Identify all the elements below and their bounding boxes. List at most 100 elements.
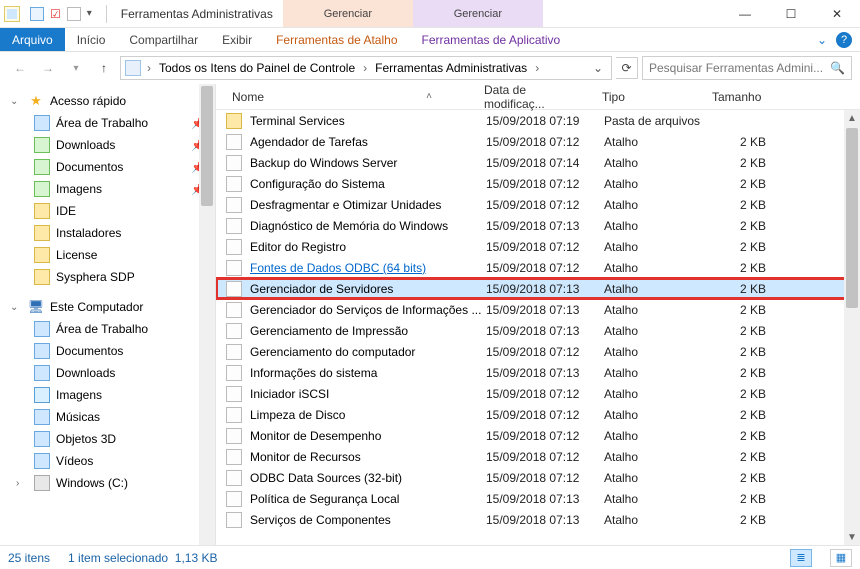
tree-item[interactable]: License <box>0 244 215 266</box>
folder-icon <box>34 453 50 469</box>
tree-item[interactable]: ›Windows (C:) <box>0 472 215 494</box>
chevron-right-icon[interactable]: › <box>533 61 541 75</box>
chevron-right-icon[interactable]: › <box>145 61 153 75</box>
list-item[interactable]: Gerenciamento de Impressão15/09/2018 07:… <box>216 320 860 341</box>
list-item[interactable]: Gerenciador do Serviços de Informações .… <box>216 299 860 320</box>
folder-icon <box>34 321 50 337</box>
list-item[interactable]: Desfragmentar e Otimizar Unidades15/09/2… <box>216 194 860 215</box>
minimize-button[interactable]: — <box>722 0 768 27</box>
tree-item[interactable]: Instaladores <box>0 222 215 244</box>
scroll-up-icon[interactable]: ▲ <box>844 110 860 126</box>
column-size[interactable]: Tamanho <box>706 90 776 104</box>
ribbon-expand-icon[interactable]: ⌄ <box>808 28 836 51</box>
item-date: 15/09/2018 07:12 <box>486 198 604 212</box>
qat-dropdown-icon[interactable]: ▾ <box>87 8 92 19</box>
shortcut-icon <box>226 407 242 423</box>
address-dropdown-icon[interactable]: ⌄ <box>589 61 607 75</box>
tab-file[interactable]: Arquivo <box>0 28 65 51</box>
item-date: 15/09/2018 07:12 <box>486 408 604 422</box>
tree-item[interactable]: IDE <box>0 200 215 222</box>
tab-shortcut-tools[interactable]: Ferramentas de Atalho <box>264 28 409 51</box>
tree-item[interactable]: Downloads📌 <box>0 134 215 156</box>
tab-share[interactable]: Compartilhar <box>117 28 210 51</box>
list-item[interactable]: Backup do Windows Server15/09/2018 07:14… <box>216 152 860 173</box>
tree-item[interactable]: Área de Trabalho <box>0 318 215 340</box>
nav-back-button[interactable]: ← <box>8 56 32 80</box>
item-size: 2 KB <box>714 366 784 380</box>
maximize-button[interactable]: ☐ <box>768 0 814 27</box>
breadcrumb[interactable]: Todos os Itens do Painel de Controle <box>157 61 357 75</box>
list-item[interactable]: Monitor de Recursos15/09/2018 07:12Atalh… <box>216 446 860 467</box>
list-item[interactable]: Fontes de Dados ODBC (64 bits)15/09/2018… <box>216 257 860 278</box>
item-name: Configuração do Sistema <box>250 177 486 191</box>
list-item[interactable]: Diagnóstico de Memória do Windows15/09/2… <box>216 215 860 236</box>
close-button[interactable]: ✕ <box>814 0 860 27</box>
tree-item[interactable]: Músicas <box>0 406 215 428</box>
column-type[interactable]: Tipo <box>596 90 706 104</box>
tree-this-pc[interactable]: ⌄ 🖥 Este Computador <box>0 296 215 318</box>
tab-app-tools[interactable]: Ferramentas de Aplicativo <box>410 28 573 51</box>
list-item[interactable]: Iniciador iSCSI15/09/2018 07:12Atalho2 K… <box>216 383 860 404</box>
list-item[interactable]: Informações do sistema15/09/2018 07:13At… <box>216 362 860 383</box>
address-bar[interactable]: › Todos os Itens do Painel de Controle ›… <box>120 56 612 80</box>
item-size: 2 KB <box>714 429 784 443</box>
view-large-icons-button[interactable]: ▦ <box>830 549 852 567</box>
tree-quick-access[interactable]: ⌄ ★ Acesso rápido <box>0 90 215 112</box>
qat-check-icon[interactable]: ☑ <box>50 7 61 21</box>
file-rows: Terminal Services15/09/2018 07:19Pasta d… <box>216 110 860 545</box>
list-item[interactable]: Agendador de Tarefas15/09/2018 07:12Atal… <box>216 131 860 152</box>
list-item[interactable]: Gerenciamento do computador15/09/2018 07… <box>216 341 860 362</box>
list-item[interactable]: Limpeza de Disco15/09/2018 07:12Atalho2 … <box>216 404 860 425</box>
scrollbar-thumb[interactable] <box>201 86 213 206</box>
list-scrollbar[interactable]: ▲ ▼ <box>844 110 860 545</box>
quick-access-toolbar: ☑ ▾ <box>26 7 96 21</box>
tab-home[interactable]: Início <box>65 28 118 51</box>
nav-recent-dropdown[interactable]: ▾ <box>64 56 88 80</box>
nav-forward-button[interactable]: → <box>36 56 60 80</box>
view-details-button[interactable]: ≣ <box>790 549 812 567</box>
scroll-down-icon[interactable]: ▼ <box>844 529 860 545</box>
expand-icon[interactable]: ⌄ <box>10 96 22 107</box>
navigation-pane[interactable]: ⌄ ★ Acesso rápido Área de Trabalho📌Downl… <box>0 84 216 545</box>
breadcrumb[interactable]: Ferramentas Administrativas <box>373 61 529 75</box>
folder-icon <box>226 113 242 129</box>
search-input[interactable]: Pesquisar Ferramentas Admini... 🔍 <box>642 56 852 80</box>
list-item[interactable]: Política de Segurança Local15/09/2018 07… <box>216 488 860 509</box>
list-item[interactable]: Editor do Registro15/09/2018 07:12Atalho… <box>216 236 860 257</box>
list-item[interactable]: Serviços de Componentes15/09/2018 07:13A… <box>216 509 860 530</box>
column-name[interactable]: Nome˄ <box>226 90 478 104</box>
list-item[interactable]: Gerenciador de Servidores15/09/2018 07:1… <box>216 278 860 299</box>
tree-item-label: Instaladores <box>56 226 121 240</box>
tree-item[interactable]: Documentos <box>0 340 215 362</box>
item-size: 2 KB <box>714 240 784 254</box>
expand-icon[interactable]: › <box>16 478 28 489</box>
expand-icon[interactable]: ⌄ <box>10 302 22 313</box>
tree-item[interactable]: Imagens📌 <box>0 178 215 200</box>
qat-properties-icon[interactable] <box>30 7 44 21</box>
tab-view[interactable]: Exibir <box>210 28 264 51</box>
column-date[interactable]: Data de modificaç... <box>478 83 596 111</box>
tree-item[interactable]: Documentos📌 <box>0 156 215 178</box>
sort-asc-icon: ˄ <box>426 91 432 102</box>
shortcut-icon <box>226 449 242 465</box>
tree-item[interactable]: Downloads <box>0 362 215 384</box>
tree-item[interactable]: Vídeos <box>0 450 215 472</box>
tree-item[interactable]: Sysphera SDP <box>0 266 215 288</box>
tree-scrollbar[interactable] <box>199 84 215 545</box>
item-type: Atalho <box>604 240 714 254</box>
qat-newfolder-icon[interactable] <box>67 7 81 21</box>
tree-item[interactable]: Imagens <box>0 384 215 406</box>
list-item[interactable]: Terminal Services15/09/2018 07:19Pasta d… <box>216 110 860 131</box>
list-item[interactable]: ODBC Data Sources (32-bit)15/09/2018 07:… <box>216 467 860 488</box>
nav-up-button[interactable]: ↑ <box>92 56 116 80</box>
scrollbar-thumb[interactable] <box>846 128 858 308</box>
refresh-button[interactable]: ⟳ <box>616 57 638 79</box>
list-item[interactable]: Configuração do Sistema15/09/2018 07:12A… <box>216 173 860 194</box>
list-item[interactable]: Monitor de Desempenho15/09/2018 07:12Ata… <box>216 425 860 446</box>
tree-item[interactable]: Objetos 3D <box>0 428 215 450</box>
help-icon[interactable]: ? <box>836 32 852 48</box>
chevron-right-icon[interactable]: › <box>361 61 369 75</box>
tree-item[interactable]: Área de Trabalho📌 <box>0 112 215 134</box>
item-date: 15/09/2018 07:13 <box>486 303 604 317</box>
column-headers: Nome˄ Data de modificaç... Tipo Tamanho <box>216 84 860 110</box>
